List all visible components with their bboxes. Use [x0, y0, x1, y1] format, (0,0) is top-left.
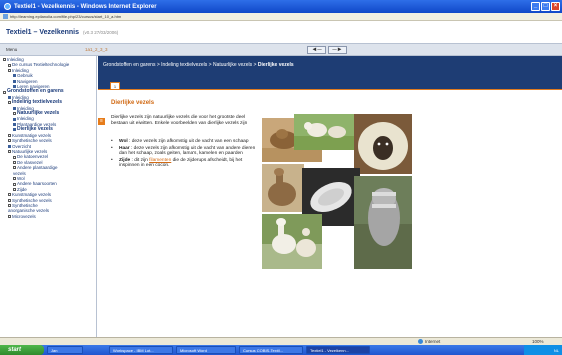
bullet-text: : deze vezels zijn afkomstig uit de vach…	[119, 145, 256, 157]
expand-icon[interactable]	[3, 58, 6, 62]
page-icon	[13, 123, 16, 127]
tree-item[interactable]: Microvezels	[3, 214, 96, 219]
expand-icon[interactable]	[13, 177, 16, 181]
zoom-level[interactable]: 100%	[532, 339, 544, 344]
breadcrumb-current: Dierlijke vezels	[257, 62, 294, 68]
maximize-button[interactable]: □	[541, 2, 550, 11]
expand-icon[interactable]	[13, 166, 16, 170]
page-icon	[13, 128, 16, 132]
taskbar: start Jan Workspace - IBM Lot... Microso…	[0, 345, 562, 355]
tab-row: 1	[98, 79, 562, 90]
taskbar-item-jan[interactable]: Jan	[47, 346, 83, 354]
expand-icon[interactable]	[13, 182, 16, 186]
llama-photo	[262, 214, 322, 269]
list-item: • Wol : deze vezels zijn afkomstig uit d…	[111, 139, 259, 145]
previous-page-button[interactable]: ◄─	[307, 46, 326, 54]
app-version: (v0.3 27/03/2006)	[83, 29, 119, 35]
alpaca-photo	[262, 164, 304, 212]
bullet-list: • Wol : deze vezels zijn afkomstig uit d…	[111, 139, 259, 170]
page-icon	[8, 144, 11, 148]
menu-label[interactable]: Menu	[6, 47, 17, 52]
expand-icon[interactable]	[13, 155, 16, 159]
close-button[interactable]: ×	[551, 2, 560, 11]
taskbar-item-workspace[interactable]: Workspace - IBM Lot...	[109, 346, 173, 354]
expand-icon[interactable]	[8, 193, 11, 197]
taskbar-item-cursus[interactable]: Cursus COBIS-Textil...	[239, 346, 303, 354]
page-icon	[8, 96, 11, 100]
expand-icon[interactable]	[8, 150, 11, 154]
status-bar: Internet 100%	[0, 337, 562, 345]
taskbar-item-textiel[interactable]: Textiel1 - Vezelkenn...	[306, 346, 370, 354]
expand-icon[interactable]	[8, 204, 11, 208]
expand-icon[interactable]	[3, 90, 6, 94]
next-page-button[interactable]: ─►	[328, 46, 347, 54]
taskbar-item-word[interactable]: Microsoft Word	[176, 346, 236, 354]
zone-label: Internet	[425, 339, 441, 344]
expand-icon[interactable]	[8, 69, 11, 73]
list-item: • Zijde : dit zijn filamenten die de zij…	[111, 158, 259, 169]
collage-svg	[262, 114, 412, 269]
navigation-tree: Inleiding De cursus Textieltechnologie Inl…	[0, 56, 97, 337]
page-navigation: ◄─ ─►	[307, 46, 347, 54]
language-indicator[interactable]: NL	[554, 348, 559, 353]
list-item: • Haar : deze vezels zijn afkomstig uit …	[111, 146, 259, 157]
intro-text: Dierlijke vezels zijn natuurlijke vezels…	[111, 115, 248, 126]
goat-photo	[294, 114, 354, 150]
page-code: 1a1_2_3_3	[85, 47, 108, 52]
start-button[interactable]: start	[0, 345, 44, 355]
expand-icon[interactable]	[8, 133, 11, 137]
ie-icon	[4, 3, 11, 10]
bullet-mark: •	[111, 145, 113, 151]
animal-photo-collage	[262, 114, 412, 269]
expand-icon[interactable]	[8, 214, 11, 218]
expand-icon[interactable]	[13, 160, 16, 164]
security-zone: Internet	[418, 339, 440, 344]
expand-icon[interactable]	[13, 187, 16, 191]
app-header: Textiel1 – Vezelkennis (v0.3 27/03/2006)	[0, 21, 562, 43]
globe-icon	[418, 339, 423, 344]
window-title: Textiel1 - Vezelkennis - Windows Interne…	[14, 3, 157, 10]
expand-icon[interactable]	[8, 101, 11, 105]
sheep-photo	[354, 114, 412, 174]
window-titlebar: Textiel1 - Vezelkennis - Windows Interne…	[0, 0, 562, 13]
address-url[interactable]: http://learning.epilanolia.com/file.php/…	[10, 14, 121, 19]
breadcrumb: Grondstoffen en garens > Indeling textie…	[98, 56, 562, 79]
system-tray: NL	[524, 345, 562, 355]
section-title: Dierlijke vezels	[111, 100, 155, 106]
page-icon	[13, 74, 16, 78]
minimize-button[interactable]: _	[531, 2, 540, 11]
page-icon	[13, 117, 16, 121]
bullet-text: : deze vezels zijn afkomstig uit de vach…	[127, 139, 249, 144]
bullet-term: Wol	[119, 139, 128, 144]
expand-icon[interactable]	[13, 112, 16, 116]
window-controls: _ □ ×	[531, 2, 560, 11]
bullet-mark: •	[111, 139, 113, 144]
address-bar[interactable]: http://learning.epilanolia.com/file.php/…	[0, 13, 562, 21]
expand-icon[interactable]	[8, 198, 11, 202]
expand-icon[interactable]	[8, 139, 11, 143]
breadcrumb-path[interactable]: Grondstoffen en garens > Indeling textie…	[103, 62, 258, 68]
expand-icon[interactable]	[8, 63, 11, 67]
menu-bar: Menu 1a1_2_3_3 ◄─ ─►	[0, 43, 562, 56]
bullet-term: Haar	[119, 145, 130, 151]
tab-underline	[98, 89, 562, 90]
page-icon	[13, 79, 16, 83]
page-icon	[3, 14, 8, 19]
app-title: Textiel1 – Vezelkennis	[6, 28, 80, 36]
tree-item-label: Microvezels	[12, 213, 36, 219]
bullet-mark: •	[111, 157, 113, 163]
page-icon	[13, 106, 16, 110]
screen: Textiel1 - Vezelkennis - Windows Interne…	[0, 0, 562, 355]
notes-icon[interactable]: ≡	[98, 118, 105, 125]
main-content: Grondstoffen en garens > Indeling textie…	[98, 56, 562, 337]
horse-photo	[354, 176, 412, 269]
